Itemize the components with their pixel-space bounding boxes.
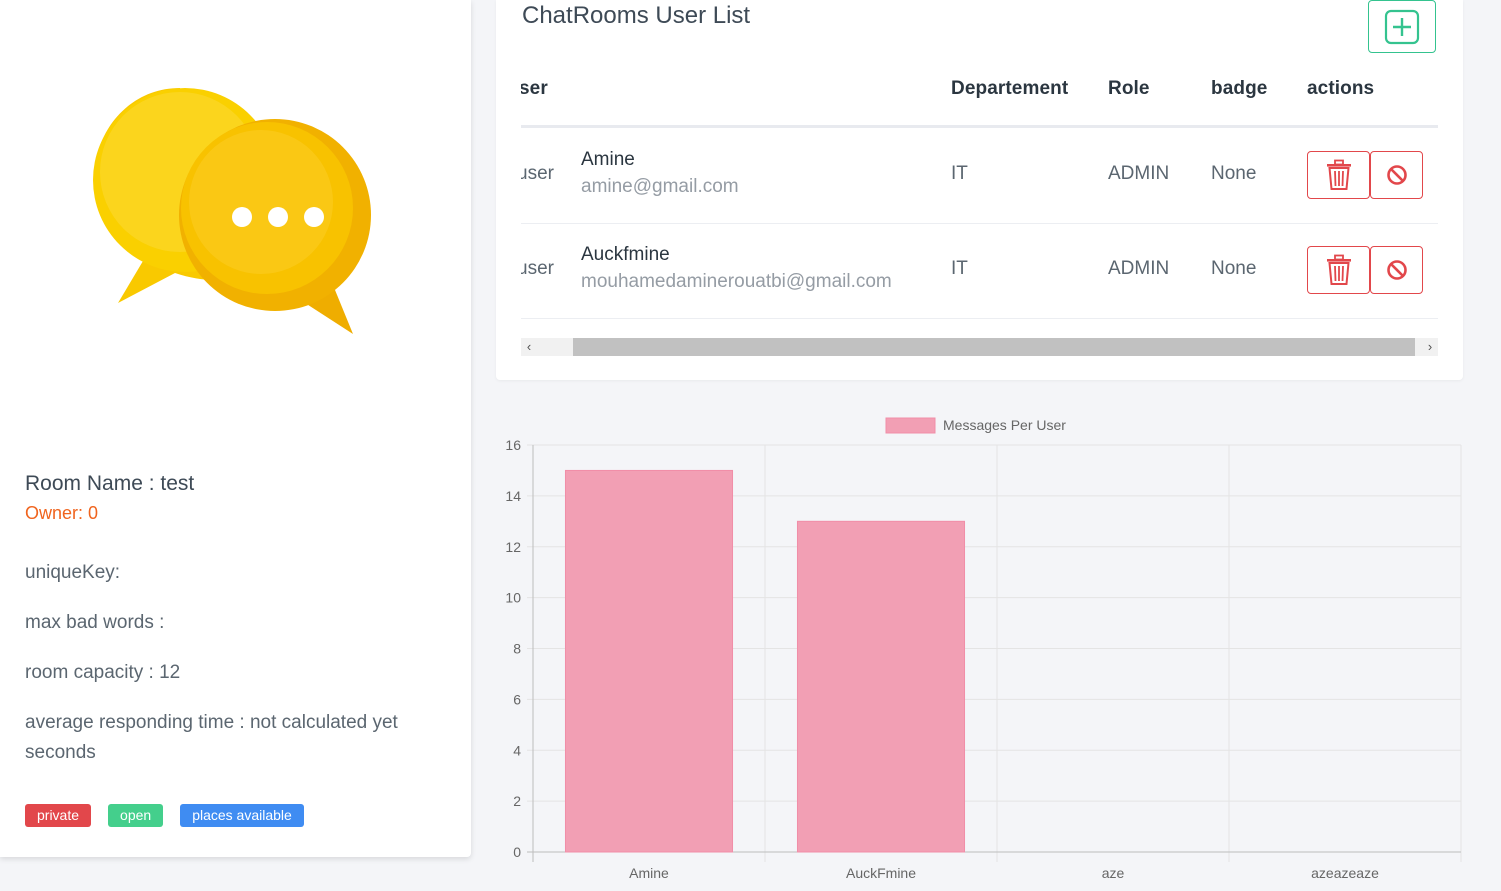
messages-per-user-chart: 0246810121416Amine AuckFmine aze azeazeazeM… — [505, 417, 1462, 881]
user-departement: IT — [951, 258, 968, 279]
y-tick-label: 0 — [513, 844, 521, 860]
room-name: Room Name : test — [25, 472, 195, 495]
legend-label: Messages Per User — [943, 417, 1066, 433]
ban-icon — [1386, 165, 1407, 185]
user-name: Auckfmine — [581, 244, 670, 265]
user-avatar-alt: user — [521, 258, 554, 279]
user-avatar-alt: user — [521, 163, 554, 184]
scroll-left-icon[interactable]: ‹ — [521, 338, 537, 356]
table-row: user Amine amine@gmail.com IT ADMIN None — [521, 128, 1438, 224]
y-tick-label: 2 — [513, 793, 521, 809]
x-tick-label: aze — [1102, 865, 1125, 881]
room-info-card: Room Name : test Owner: 0 uniqueKey: max… — [0, 0, 471, 857]
room-capacity: room capacity : 12 — [25, 662, 181, 683]
table-row: user Auckfmine mouhamedaminerouatbi@gmai… — [521, 223, 1438, 319]
delete-user-button[interactable] — [1307, 246, 1370, 294]
user-table: ser Departement Role badge actions user … — [521, 64, 1438, 319]
column-header-departement[interactable]: Departement — [951, 78, 1068, 100]
legend-swatch — [885, 417, 936, 434]
y-tick-label: 14 — [505, 488, 521, 504]
room-avg-responding-time: average responding time : not calculated… — [25, 712, 398, 763]
places-available-badge: places available — [180, 804, 304, 827]
user-role: ADMIN — [1108, 258, 1170, 279]
room-owner: Owner: 0 — [25, 503, 99, 523]
x-tick-label: Amine — [629, 865, 669, 881]
column-header-actions: actions — [1307, 78, 1375, 99]
ban-user-button[interactable] — [1370, 151, 1423, 199]
delete-user-button[interactable] — [1307, 151, 1370, 199]
chart-bar — [796, 520, 966, 853]
user-badge: None — [1211, 163, 1257, 184]
add-user-button[interactable] — [1368, 0, 1436, 53]
user-list-title: ChatRooms User List — [522, 2, 751, 29]
plus-square-icon — [1384, 9, 1420, 44]
x-tick-label: AuckFmine — [846, 865, 916, 881]
user-email: amine@gmail.com — [581, 176, 739, 197]
y-tick-label: 8 — [513, 641, 521, 657]
room-badges: private open places available — [25, 804, 304, 827]
chart-bar — [564, 469, 734, 853]
room-unique-key: uniqueKey: — [25, 562, 121, 583]
y-tick-label: 12 — [505, 539, 521, 555]
open-badge: open — [108, 804, 164, 827]
user-badge: None — [1211, 258, 1257, 279]
column-header-role[interactable]: Role — [1108, 78, 1150, 100]
user-email: mouhamedaminerouatbi@gmail.com — [581, 271, 892, 292]
chat-bubbles-icon — [93, 88, 371, 334]
ban-user-button[interactable] — [1370, 246, 1423, 294]
scrollbar-thumb[interactable] — [573, 338, 1415, 356]
trash-icon — [1326, 159, 1351, 190]
column-header-user[interactable]: ser — [521, 78, 548, 100]
y-tick-label: 10 — [505, 590, 521, 606]
trash-icon — [1326, 254, 1351, 285]
y-tick-label: 16 — [505, 437, 521, 453]
y-tick-label: 6 — [513, 691, 521, 707]
user-list-card: ChatRooms User List ser Departement Role… — [496, 0, 1463, 380]
user-departement: IT — [951, 163, 968, 184]
private-badge: private — [25, 804, 92, 827]
user-role: ADMIN — [1108, 163, 1170, 184]
column-header-badge[interactable]: badge — [1211, 78, 1267, 100]
scroll-right-icon[interactable]: › — [1422, 338, 1438, 356]
user-name: Amine — [581, 149, 635, 170]
room-max-bad-words: max bad words : — [25, 612, 165, 633]
table-horizontal-scrollbar[interactable]: ‹ › — [521, 338, 1438, 356]
y-tick-label: 4 — [513, 742, 521, 758]
x-tick-label: azeazeaze — [1311, 865, 1379, 881]
ban-icon — [1386, 260, 1407, 280]
